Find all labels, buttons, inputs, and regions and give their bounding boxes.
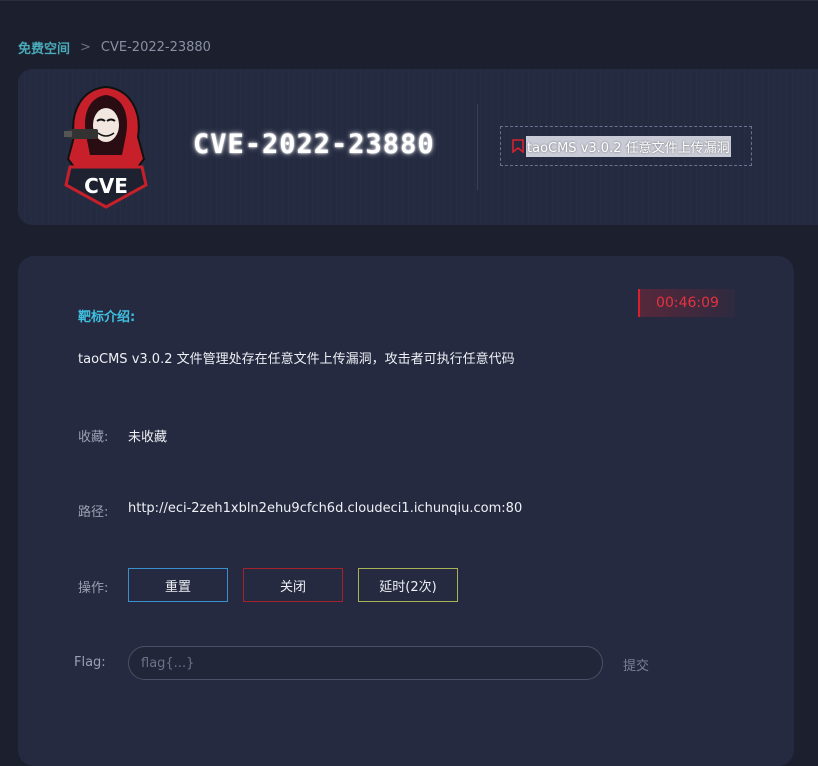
breadcrumb-current: CVE-2022-23880 — [100, 40, 211, 55]
path-value[interactable]: http://eci-2zeh1xbln2ehu9cfch6d.cloudeci… — [128, 501, 522, 516]
path-label: 路径: — [78, 505, 109, 520]
cve-logo: CVE — [64, 85, 148, 209]
vulnerability-tag-text: taoCMS v3.0.2 任意文件上传漏洞 — [526, 135, 731, 157]
header-divider — [477, 104, 478, 190]
flag-label: Flag: — [74, 655, 106, 670]
bookmark-icon — [512, 139, 524, 153]
target-card: 00:46:09 靶标介绍: taoCMS v3.0.2 文件管理处存在任意文件… — [18, 256, 794, 766]
logo-text: CVE — [84, 174, 128, 198]
action-label: 操作: — [78, 581, 109, 596]
close-button[interactable]: 关闭 — [243, 568, 343, 602]
extend-button[interactable]: 延时(2次) — [358, 568, 458, 602]
flag-input[interactable] — [128, 646, 603, 680]
cve-title: CVE-2022-23880 — [193, 129, 435, 160]
reset-button[interactable]: 重置 — [128, 568, 228, 602]
breadcrumb-separator: > — [80, 40, 91, 55]
vulnerability-tag: taoCMS v3.0.2 任意文件上传漏洞 — [500, 126, 752, 166]
breadcrumb: 免费空间 > CVE-2022-23880 — [18, 38, 211, 57]
intro-text: taoCMS v3.0.2 文件管理处存在任意文件上传漏洞，攻击者可执行任意代码 — [78, 352, 515, 367]
favorite-label: 收藏: — [78, 430, 109, 445]
breadcrumb-link-free-space[interactable]: 免费空间 — [18, 38, 70, 57]
top-border — [0, 0, 818, 1]
header-card: CVE CVE-2022-23880 taoCMS v3.0.2 任意文件上传漏… — [18, 69, 818, 225]
intro-label: 靶标介绍: — [78, 310, 136, 325]
countdown-timer: 00:46:09 — [638, 289, 735, 317]
submit-button[interactable]: 提交 — [623, 655, 649, 674]
favorite-value[interactable]: 未收藏 — [128, 426, 167, 445]
